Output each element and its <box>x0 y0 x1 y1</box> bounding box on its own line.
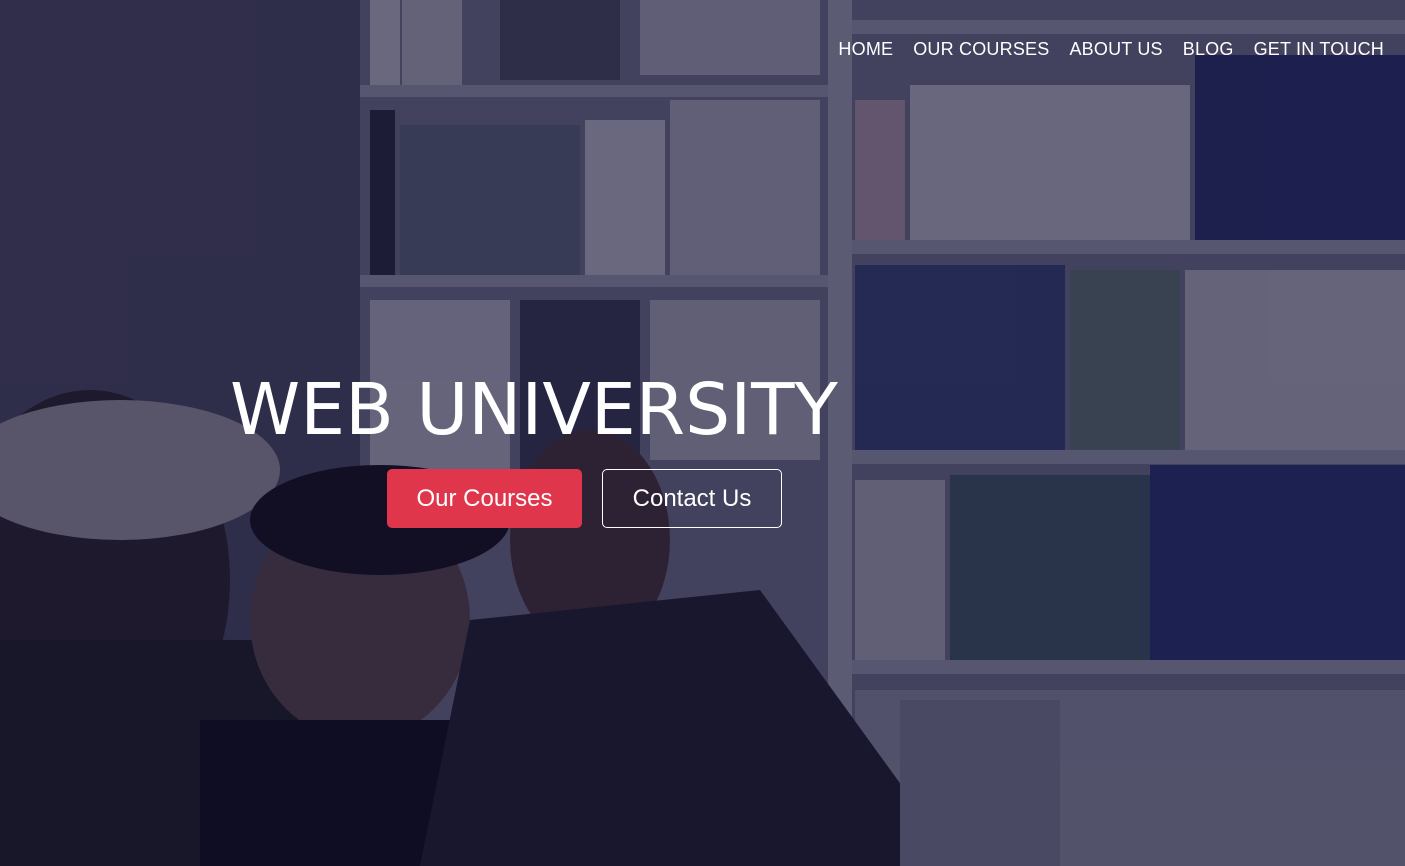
main-navigation: HOME OUR COURSES ABOUT US BLOG GET IN TO… <box>838 0 1405 100</box>
nav-link-home[interactable]: HOME <box>838 38 893 60</box>
nav-link-get-in-touch[interactable]: GET IN TOUCH <box>1254 38 1384 60</box>
hero-section: HOME OUR COURSES ABOUT US BLOG GET IN TO… <box>0 0 1405 866</box>
hero-title: WEB UNIVERSITY <box>230 368 838 451</box>
nav-link-our-courses[interactable]: OUR COURSES <box>913 38 1049 60</box>
contact-us-button[interactable]: Contact Us <box>602 469 782 528</box>
nav-link-blog[interactable]: BLOG <box>1183 38 1234 60</box>
nav-link-about-us[interactable]: ABOUT US <box>1069 38 1162 60</box>
our-courses-button[interactable]: Our Courses <box>387 469 582 528</box>
